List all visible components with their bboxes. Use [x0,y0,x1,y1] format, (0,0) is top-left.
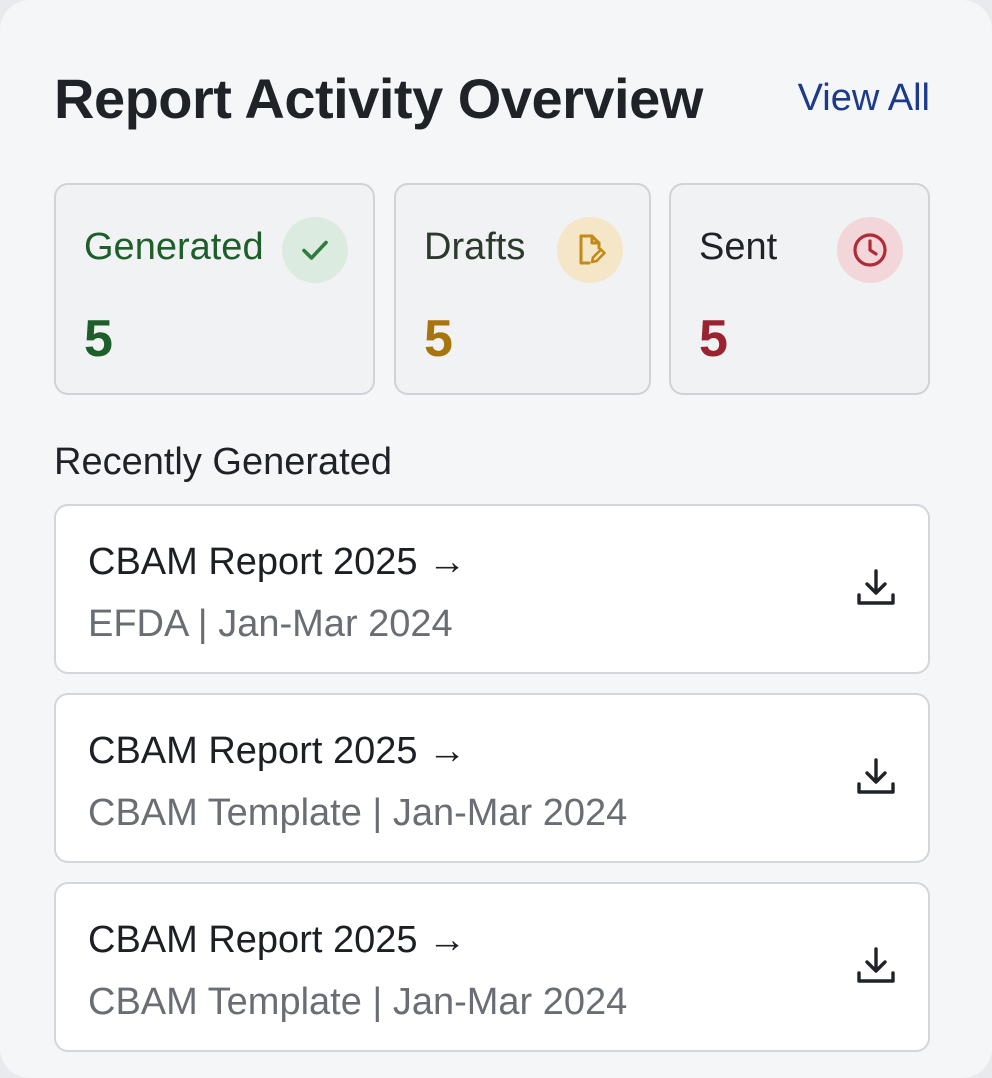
panel-header: Report Activity Overview View All [54,58,930,138]
edit-document-icon [557,217,623,283]
download-icon [857,569,895,605]
stat-value-generated: 5 [84,310,113,368]
section-label-recently-generated: Recently Generated [54,441,392,483]
stat-label-drafts: Drafts [424,226,526,268]
clock-icon [837,217,903,283]
download-button[interactable] [844,745,908,809]
report-item: CBAM Report 2025 → CBAM Template | Jan-M… [54,882,930,1052]
report-item: CBAM Report 2025 → CBAM Template | Jan-M… [54,693,930,863]
download-icon [857,947,895,983]
stat-card-sent[interactable]: Sent 5 [669,183,930,395]
stat-value-sent: 5 [699,310,728,368]
stat-label-sent: Sent [699,226,778,268]
download-button[interactable] [844,556,908,620]
stat-label-generated: Generated [84,226,264,268]
view-all-link[interactable]: View All [798,77,930,120]
panel-title: Report Activity Overview [54,66,703,130]
report-title-link[interactable]: CBAM Report 2025 → [88,729,466,773]
check-icon [282,217,348,283]
download-button[interactable] [844,934,908,998]
stats-row: Generated 5 Drafts 5 Sent 5 [54,183,930,395]
report-item: CBAM Report 2025 → EFDA | Jan-Mar 2024 [54,504,930,674]
report-subtitle: CBAM Template | Jan-Mar 2024 [88,792,628,834]
download-icon [857,758,895,794]
report-subtitle: EFDA | Jan-Mar 2024 [88,603,453,645]
report-activity-panel: Report Activity Overview View All Genera… [0,0,992,1078]
stat-value-drafts: 5 [424,310,453,368]
stat-card-drafts[interactable]: Drafts 5 [394,183,651,395]
report-title-link[interactable]: CBAM Report 2025 → [88,540,466,584]
stat-card-generated[interactable]: Generated 5 [54,183,375,395]
report-title-link[interactable]: CBAM Report 2025 → [88,918,466,962]
report-subtitle: CBAM Template | Jan-Mar 2024 [88,981,628,1023]
